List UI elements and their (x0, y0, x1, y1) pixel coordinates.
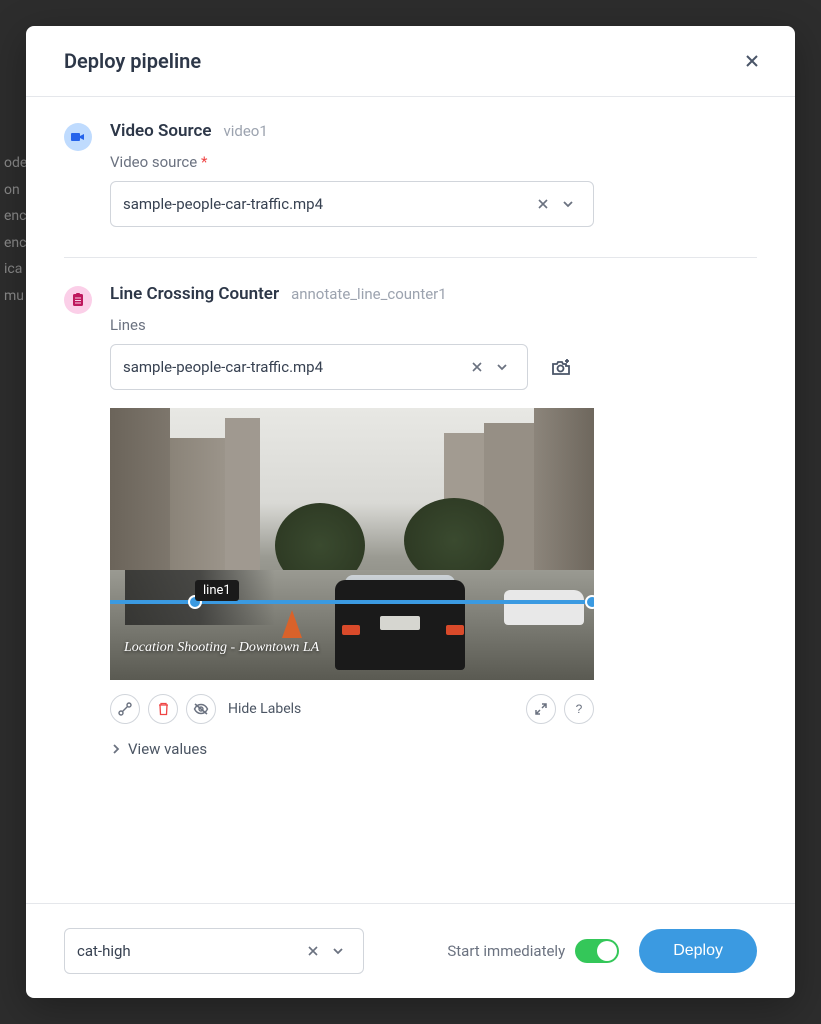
view-values-label: View values (128, 740, 207, 758)
annotation-line[interactable] (110, 600, 594, 604)
close-icon (743, 52, 761, 70)
hide-labels-text: Hide Labels (228, 701, 301, 717)
modal-title: Deploy pipeline (64, 49, 201, 73)
camera-icon (71, 131, 85, 143)
lines-label: Lines (110, 316, 757, 334)
chevron-right-icon (110, 743, 122, 755)
line-crossing-section: Line Crossing Counter annotate_line_coun… (64, 284, 757, 788)
chevron-down-icon[interactable] (489, 356, 515, 378)
line-label-badge: line1 (195, 580, 239, 601)
line-crossing-icon (64, 286, 92, 314)
lines-select[interactable]: sample-people-car-traffic.mp4 (110, 344, 528, 390)
video-source-select[interactable]: sample-people-car-traffic.mp4 (110, 181, 594, 227)
background-text: ode on enc enc ica mu (0, 150, 27, 310)
modal-body: Video Source video1 Video source * sampl… (26, 97, 795, 903)
toggle-knob (597, 941, 617, 961)
start-immediately-label: Start immediately (447, 942, 565, 960)
lines-select-value: sample-people-car-traffic.mp4 (123, 358, 465, 376)
add-camera-icon (550, 357, 572, 377)
capture-frame-button[interactable] (546, 353, 576, 381)
line-crossing-title: Line Crossing Counter (110, 284, 279, 304)
deploy-button[interactable]: Deploy (639, 929, 757, 973)
hide-button[interactable] (186, 694, 216, 724)
video-source-label: Video source * (110, 153, 757, 171)
clear-icon[interactable] (301, 941, 325, 961)
deploy-pipeline-modal: Deploy pipeline Video Source video1 Vide… (26, 26, 795, 998)
line-crossing-id: annotate_line_counter1 (291, 285, 447, 303)
eye-off-icon (193, 702, 209, 716)
image-watermark: Location Shooting - Downtown LA (124, 640, 319, 656)
video-source-icon (64, 123, 92, 151)
view-values-toggle[interactable]: View values (110, 740, 757, 758)
chevron-down-icon[interactable] (555, 193, 581, 215)
expand-icon (534, 702, 548, 716)
line-handle-right[interactable] (585, 595, 594, 609)
video-source-section: Video Source video1 Video source * sampl… (64, 121, 757, 258)
delete-button[interactable] (148, 694, 178, 724)
draw-line-button[interactable] (110, 694, 140, 724)
close-button[interactable] (739, 48, 765, 74)
deployment-target-select[interactable]: cat-high (64, 928, 364, 974)
preview-image[interactable]: line1 Location Shooting - Downtown LA (110, 408, 594, 680)
modal-header: Deploy pipeline (26, 26, 795, 97)
trash-icon (157, 702, 170, 716)
video-source-title: Video Source (110, 121, 211, 141)
modal-footer: cat-high Start immediately Deploy (26, 903, 795, 998)
help-icon: ? (576, 702, 583, 716)
line-tool-icon (118, 702, 132, 716)
deployment-target-value: cat-high (77, 942, 301, 960)
video-source-select-value: sample-people-car-traffic.mp4 (123, 195, 531, 213)
clear-icon[interactable] (465, 357, 489, 377)
fullscreen-button[interactable] (526, 694, 556, 724)
clear-icon[interactable] (531, 194, 555, 214)
required-indicator: * (201, 153, 207, 171)
annotation-toolbar: Hide Labels ? (110, 694, 594, 724)
video-source-id: video1 (223, 122, 267, 140)
clipboard-icon (72, 293, 84, 307)
start-immediately-toggle[interactable] (575, 939, 619, 963)
help-button[interactable]: ? (564, 694, 594, 724)
chevron-down-icon[interactable] (325, 940, 351, 962)
